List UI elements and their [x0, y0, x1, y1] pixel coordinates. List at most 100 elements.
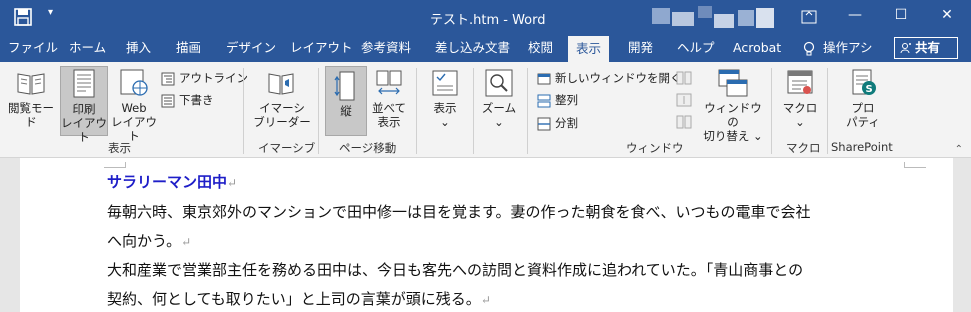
zoom-chevron-icon: ⌄	[494, 115, 504, 129]
body-line-1[interactable]: 毎朝六時、東京郊外のマンションで田中修一は目を覚ます。妻の作った朝食を食べ、いつ…	[107, 201, 811, 222]
switch-windows-button[interactable]: ウィンドウの 切り替え ⌄	[700, 68, 766, 143]
arrange-all-button[interactable]: 整列	[537, 92, 578, 108]
split-icon	[537, 117, 551, 130]
separator	[771, 68, 772, 154]
paragraph-mark: ↵	[227, 176, 238, 190]
switch-windows-label-2: 切り替え ⌄	[700, 129, 766, 143]
minimize-button[interactable]: —	[832, 0, 878, 34]
heading-line[interactable]: サラリーマン田中↵	[107, 171, 237, 192]
tab-developer[interactable]: 開発	[628, 34, 653, 62]
synchronous-scrolling-icon[interactable]	[676, 92, 692, 108]
tab-design[interactable]: デザイン	[226, 34, 276, 62]
tab-draw[interactable]: 描画	[176, 34, 201, 62]
separator	[243, 68, 244, 154]
margin-marker-right	[904, 162, 926, 168]
body-text-line-2: へ向かう。	[107, 232, 182, 250]
tab-mailings[interactable]: 差し込み文書	[435, 34, 510, 62]
arrange-all-label: 整列	[555, 93, 578, 107]
document-heading: サラリーマン田中	[107, 173, 228, 191]
tell-me-label: 操作アシ	[823, 40, 873, 55]
side-to-side-icon	[376, 70, 402, 95]
properties-button[interactable]: S プロ パティ	[838, 68, 888, 134]
tab-view[interactable]: 表示	[568, 36, 610, 62]
zoom-magnifier-icon	[485, 69, 513, 97]
body-line-2[interactable]: へ向かう。↵	[107, 230, 191, 251]
user-account-blurred[interactable]	[652, 6, 774, 28]
macros-button[interactable]: マクロ ⌄	[777, 68, 823, 134]
body-line-3[interactable]: 大和産業で営業部主任を務める田中は、今日も客先への訪問と資料作成に追われていた。…	[107, 259, 803, 280]
print-layout-button[interactable]: 印刷 レイアウト	[60, 66, 108, 144]
close-button[interactable]: ✕	[924, 0, 970, 34]
new-window-label: 新しいウィンドウを開く	[555, 71, 682, 85]
maximize-button[interactable]: ☐	[878, 0, 924, 34]
ribbon-tabs: ファイル ホーム 挿入 描画 デザイン レイアウト 参考資料 差し込み文書 校閲…	[0, 34, 971, 62]
vertical-label: 縦	[340, 104, 352, 118]
immersive-reader-label-2: ブリーダー	[253, 115, 311, 129]
separator	[473, 68, 474, 154]
side-to-side-button[interactable]: 並べて 表示	[368, 68, 410, 134]
outline-icon	[161, 72, 175, 85]
switch-windows-icon	[718, 69, 748, 97]
save-icon[interactable]	[14, 8, 32, 26]
tab-review[interactable]: 校閲	[528, 34, 553, 62]
read-mode-button[interactable]: 閲覧モード	[3, 68, 59, 132]
tab-insert[interactable]: 挿入	[126, 34, 151, 62]
outline-button[interactable]: アウトライン	[161, 70, 248, 86]
svg-text:S: S	[866, 84, 873, 95]
new-window-button[interactable]: 新しいウィンドウを開く	[537, 70, 682, 86]
separator	[827, 68, 828, 154]
side-to-side-label-1: 並べて	[371, 101, 407, 115]
ribbon-view: 閲覧モード 印刷 レイアウト Web レイアウト アウトライン 下書き 表示 イ…	[0, 62, 971, 158]
share-button[interactable]: 共有	[894, 37, 958, 59]
body-text-line-1: 毎朝六時、東京郊外のマンションで田中修一は目を覚ます。妻の作った朝食を食べ、いつ…	[107, 203, 811, 221]
share-person-icon	[900, 43, 911, 54]
tab-file[interactable]: ファイル	[8, 34, 58, 62]
paragraph-mark: ↵	[480, 293, 491, 307]
show-label: 表示	[433, 101, 457, 115]
ribbon-display-options-icon[interactable]	[786, 0, 832, 34]
switch-windows-label-1: ウィンドウの	[704, 101, 762, 129]
sharepoint-group-label: SharePoint	[831, 140, 893, 154]
view-side-by-side-icon[interactable]	[676, 70, 692, 86]
print-layout-label-1: 印刷	[72, 102, 96, 116]
immersive-reader-icon	[268, 73, 294, 95]
share-label: 共有	[915, 40, 941, 55]
customize-quick-access-icon[interactable]: ▾	[48, 7, 53, 18]
switch-windows-chevron-icon: ⌄	[753, 129, 763, 143]
outline-label: アウトライン	[179, 71, 248, 85]
separator	[416, 68, 417, 154]
document-area: サラリーマン田中↵ 毎朝六時、東京郊外のマンションで田中修一は目を覚ます。妻の作…	[0, 158, 971, 312]
print-layout-icon	[73, 69, 95, 98]
properties-label-1: プロ	[851, 101, 875, 115]
web-layout-label-2: レイアウト	[111, 115, 157, 143]
separator	[527, 68, 528, 154]
tell-me-search[interactable]: 操作アシ	[803, 34, 873, 62]
macros-chevron-icon: ⌄	[795, 115, 805, 129]
tab-help[interactable]: ヘルプ	[677, 34, 715, 62]
margin-marker-left	[104, 162, 126, 168]
read-mode-label: 閲覧モード	[8, 101, 54, 129]
sharepoint-properties-icon: S	[852, 69, 876, 95]
vertical-page-movement-button[interactable]: 縦	[325, 66, 367, 136]
immersive-reader-button[interactable]: イマーシ ブリーダー	[250, 68, 314, 134]
tab-layout[interactable]: レイアウト	[290, 34, 353, 62]
split-button[interactable]: 分割	[537, 115, 578, 131]
side-to-side-label-2: 表示	[377, 115, 401, 129]
body-line-4[interactable]: 契約、何としても取りたい」と上司の言葉が頭に残る。↵	[107, 288, 491, 309]
draft-button[interactable]: 下書き	[161, 92, 214, 108]
tab-references[interactable]: 参考資料	[361, 34, 411, 62]
web-layout-button[interactable]: Web レイアウト	[109, 68, 159, 143]
draft-label: 下書き	[179, 93, 214, 107]
tab-home[interactable]: ホーム	[69, 34, 106, 62]
print-layout-label-2: レイアウト	[61, 116, 107, 144]
macros-icon	[787, 70, 813, 94]
reset-window-position-icon[interactable]	[676, 114, 692, 130]
tab-acrobat[interactable]: Acrobat	[733, 34, 781, 62]
draft-icon	[161, 94, 175, 107]
zoom-dropdown-button[interactable]: ズーム ⌄	[477, 68, 521, 134]
show-chevron-icon: ⌄	[440, 115, 450, 129]
collapse-ribbon-icon[interactable]: ⌃	[955, 144, 963, 155]
paragraph-mark: ↵	[181, 235, 192, 249]
page-movement-group-label: ページ移動	[339, 141, 397, 155]
show-dropdown-button[interactable]: 表示 ⌄	[422, 68, 468, 134]
